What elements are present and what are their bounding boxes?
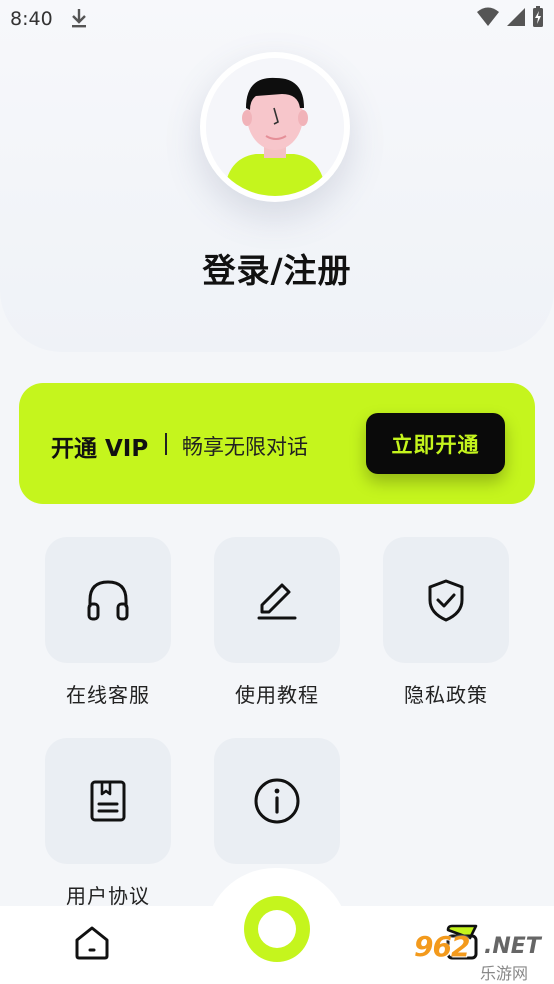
watermark-suffix: .NET [484,934,541,959]
headphones-icon [87,580,129,621]
menu-label: 隐私政策 [404,683,488,707]
menu-tile[interactable] [214,738,340,864]
vip-divider [165,433,167,455]
home-icon[interactable] [72,922,112,962]
center-action-icon [258,910,296,948]
login-register-label[interactable]: 登录/注册 [0,244,554,292]
menu-tile[interactable] [383,537,509,663]
book-icon [90,780,126,822]
menu-item-customer-service[interactable]: 在线客服 [0,537,171,727]
menu-item-tutorial[interactable]: 使用教程 [169,537,340,727]
status-bar: 8:40 [0,0,554,38]
edit-icon [257,583,297,620]
vip-title: 开通 VIP [51,436,149,462]
avatar-illustration [206,58,344,196]
menu-item-privacy-policy[interactable]: 隐私政策 [338,537,509,727]
battery-icon [533,6,543,27]
menu-tile[interactable] [214,537,340,663]
watermark-sub: 乐游网 [480,964,529,983]
watermark-main: 962 [414,930,470,963]
wifi-icon [477,7,499,26]
menu-item-user-agreement[interactable]: 用户协议 [0,738,171,928]
download-icon [72,9,86,28]
vip-open-button[interactable]: 立即开通 [366,413,505,474]
signal-icon [507,8,525,26]
watermark-logo: 962 .NET 乐游网 [414,930,550,983]
center-action-button[interactable] [244,896,310,962]
status-time: 8:40 [10,8,53,30]
shield-check-icon [428,579,464,622]
avatar[interactable] [200,52,350,202]
info-icon [254,778,300,824]
vip-description: 畅享无限对话 [182,435,308,459]
vip-banner[interactable]: 开通 VIP 畅享无限对话 立即开通 [19,383,535,504]
menu-tile[interactable] [45,738,171,864]
menu-tile[interactable] [45,537,171,663]
